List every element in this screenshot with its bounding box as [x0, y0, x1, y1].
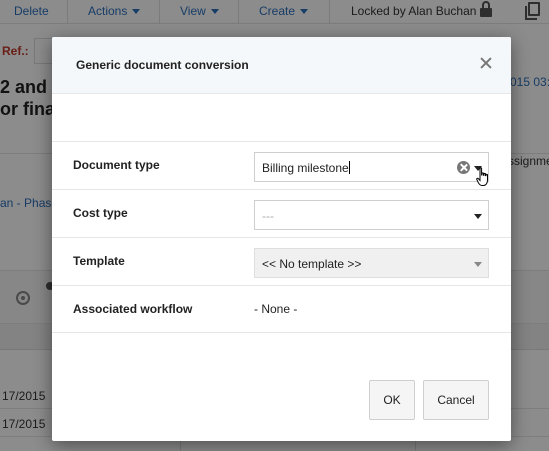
dropdown-arrow-icon[interactable]	[474, 262, 482, 267]
clear-selection-icon[interactable]	[457, 161, 470, 174]
cancel-button[interactable]: Cancel	[423, 380, 489, 420]
cost-type-value: ---	[262, 209, 274, 223]
document-type-value: Billing milestone	[262, 161, 349, 175]
dropdown-arrow-icon[interactable]	[474, 214, 482, 219]
ok-button[interactable]: OK	[369, 380, 415, 420]
document-type-label: Document type	[73, 158, 160, 172]
dialog-title: Generic document conversion	[76, 58, 249, 72]
close-icon[interactable]	[477, 54, 495, 72]
cost-type-row: Cost type ---	[52, 189, 511, 237]
template-value: << No template >>	[262, 257, 362, 271]
template-row: Template << No template >>	[52, 237, 511, 285]
hand-pointer-icon	[476, 167, 488, 186]
associated-workflow-row: Associated workflow - None -	[52, 285, 511, 333]
associated-workflow-value: - None -	[254, 302, 298, 316]
document-type-row: Document type Billing milestone	[52, 141, 511, 189]
template-label: Template	[73, 254, 125, 268]
document-conversion-dialog: Generic document conversion Document typ…	[52, 37, 511, 441]
text-cursor	[348, 161, 350, 174]
associated-workflow-label: Associated workflow	[73, 302, 193, 316]
template-select[interactable]: << No template >>	[254, 248, 489, 278]
cost-type-label: Cost type	[73, 206, 128, 220]
document-type-select[interactable]: Billing milestone	[254, 152, 489, 182]
dialog-header: Generic document conversion	[52, 37, 511, 94]
cost-type-select[interactable]: ---	[254, 200, 489, 230]
